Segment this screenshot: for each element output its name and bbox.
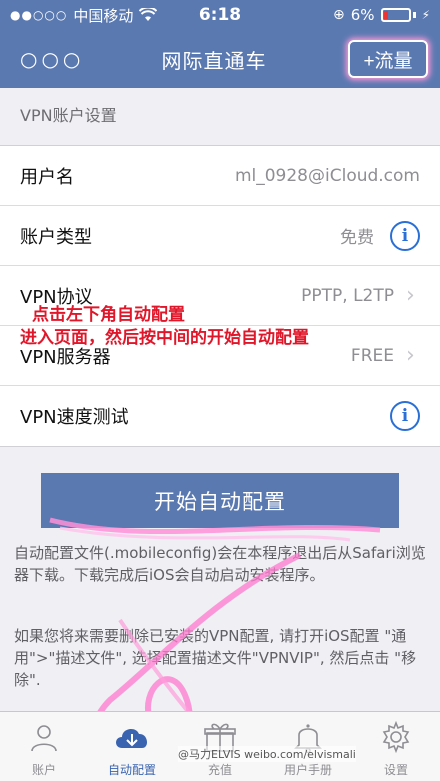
nav-bar: ○○○ 网际直通车 +流量 bbox=[0, 30, 440, 88]
battery-percent: 6% bbox=[350, 6, 375, 24]
info-icon[interactable]: i bbox=[390, 401, 420, 431]
rotation-lock-icon: ⊕ bbox=[333, 7, 345, 23]
tab-label: 自动配置 bbox=[107, 763, 156, 777]
charging-icon: ⚡ bbox=[421, 8, 430, 22]
cloud-download-icon bbox=[112, 719, 152, 755]
row-label: 账户类型 bbox=[20, 226, 92, 248]
tab-label: 账户 bbox=[31, 763, 56, 777]
row-label: 用户名 bbox=[20, 166, 74, 188]
tab-account[interactable]: 账户 bbox=[0, 712, 88, 781]
chevron-right-icon: › bbox=[406, 283, 415, 308]
page-title: 网际直通车 bbox=[161, 48, 267, 73]
section-header: VPN账户设置 bbox=[20, 106, 117, 125]
help-text-download: 自动配置文件(.mobileconfig)会在本程序退出后从Safari浏览器下… bbox=[14, 544, 426, 584]
person-icon bbox=[24, 719, 64, 755]
more-menu-icon[interactable]: ○○○ bbox=[0, 47, 80, 71]
annotation-line-2: 进入页面，然后按中间的开始自动配置 bbox=[20, 328, 309, 348]
red-annotation: 点击左下角自动配置 进入页面，然后按中间的开始自动配置 bbox=[20, 304, 309, 350]
status-bar: ●●○○○ 中国移动 6:18 ⊕ 6% ⚡ bbox=[0, 0, 440, 30]
help-text-remove: 如果您将来需要删除已安装的VPN配置, 请打开iOS配置 "通用">"描述文件"… bbox=[14, 627, 417, 689]
weibo-watermark: @马力ELVIS weibo.com/elvismali bbox=[178, 746, 356, 762]
annotation-line-1: 点击左下角自动配置 bbox=[32, 305, 185, 325]
tab-label: 用户手册 bbox=[283, 763, 332, 777]
carrier-name: 中国移动 bbox=[73, 6, 134, 25]
add-traffic-button[interactable]: +流量 bbox=[348, 40, 428, 78]
row-value: FREE bbox=[350, 345, 394, 366]
battery-icon bbox=[380, 8, 411, 22]
tab-label: 充值 bbox=[207, 763, 232, 777]
signal-strength-icon: ●●○○○ bbox=[10, 8, 68, 22]
row-account-type[interactable]: 账户类型 免费 i bbox=[0, 206, 440, 266]
row-username[interactable]: 用户名 ml_0928@iCloud.com bbox=[0, 146, 440, 206]
battery-tip bbox=[412, 12, 416, 18]
row-label: VPN速度测试 bbox=[20, 407, 129, 428]
tab-label: 设置 bbox=[383, 763, 408, 777]
row-value: ml_0928@iCloud.com bbox=[234, 165, 420, 186]
wifi-icon bbox=[139, 8, 158, 21]
settings-list: 用户名 ml_0928@iCloud.com 账户类型 免费 i VPN协议 P… bbox=[0, 145, 440, 447]
row-value: PPTP, L2TP bbox=[301, 285, 394, 306]
row-vpn-speed-test[interactable]: VPN速度测试 i bbox=[0, 386, 440, 446]
tab-auto-config[interactable]: 自动配置 bbox=[88, 712, 176, 781]
tab-settings[interactable]: 设置 bbox=[352, 712, 440, 781]
status-time: 6:18 bbox=[198, 5, 242, 25]
row-value: 免费 bbox=[340, 228, 374, 248]
start-auto-config-button[interactable]: 开始自动配置 bbox=[41, 473, 399, 528]
info-icon[interactable]: i bbox=[390, 220, 420, 251]
gear-icon bbox=[376, 719, 416, 755]
chevron-right-icon: › bbox=[406, 343, 415, 368]
